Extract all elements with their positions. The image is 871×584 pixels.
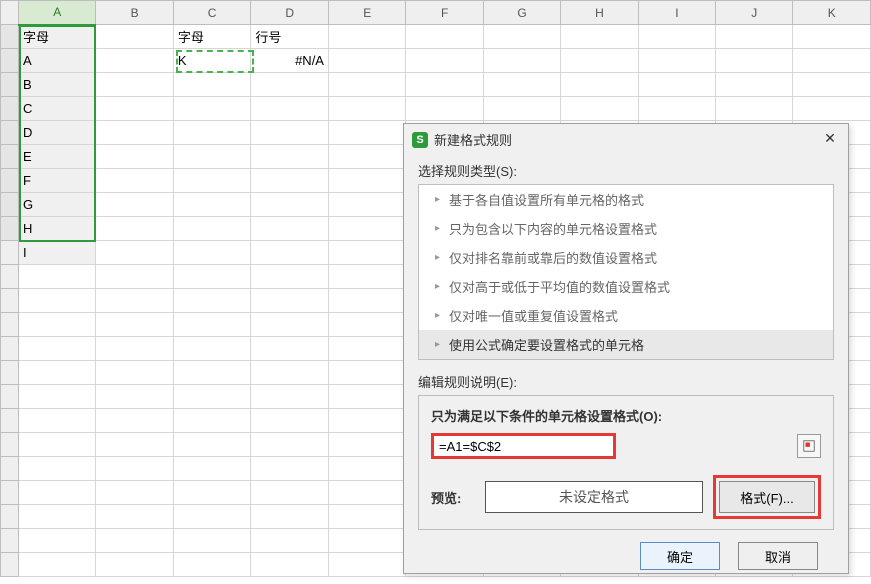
format-button[interactable]: 格式(F)...	[719, 481, 815, 513]
cell-A10[interactable]: I	[19, 241, 96, 265]
edit-rule-label: 编辑规则说明(E):	[418, 372, 834, 391]
col-header-I[interactable]: I	[638, 1, 715, 25]
cell-A1[interactable]: 字母	[19, 25, 96, 49]
row-header[interactable]	[1, 73, 19, 97]
col-header-B[interactable]: B	[96, 1, 173, 25]
ok-button[interactable]: 确定	[640, 542, 720, 570]
cell-A5[interactable]: D	[19, 121, 96, 145]
cell-A6[interactable]: E	[19, 145, 96, 169]
rule-type-item-selected[interactable]: 使用公式确定要设置格式的单元格	[419, 330, 833, 359]
cell[interactable]	[96, 25, 173, 49]
row-header[interactable]	[1, 49, 19, 73]
cell-A4[interactable]: C	[19, 97, 96, 121]
cell-A9[interactable]: H	[19, 217, 96, 241]
col-header-H[interactable]: H	[561, 1, 638, 25]
row-header[interactable]	[1, 121, 19, 145]
rule-type-item[interactable]: 仅对排名靠前或靠后的数值设置格式	[419, 243, 833, 272]
rule-type-item[interactable]: 只为包含以下内容的单元格设置格式	[419, 214, 833, 243]
rule-type-item[interactable]: 仅对唯一值或重复值设置格式	[419, 301, 833, 330]
row-header[interactable]	[1, 217, 19, 241]
cell-C1[interactable]: 字母	[173, 25, 250, 49]
col-header-K[interactable]: K	[793, 1, 871, 25]
cell-A7[interactable]: F	[19, 169, 96, 193]
cell-A2[interactable]: A	[19, 49, 96, 73]
row-header[interactable]	[1, 97, 19, 121]
cell[interactable]	[328, 25, 405, 49]
col-header-D[interactable]: D	[251, 1, 329, 25]
row-header[interactable]	[1, 193, 19, 217]
cell-A8[interactable]: G	[19, 193, 96, 217]
select-all-corner[interactable]	[1, 1, 19, 25]
cancel-button[interactable]: 取消	[738, 542, 818, 570]
rule-type-item[interactable]: 仅对高于或低于平均值的数值设置格式	[419, 272, 833, 301]
cell-D1[interactable]: 行号	[251, 25, 329, 49]
row-header[interactable]	[1, 169, 19, 193]
col-header-C[interactable]: C	[173, 1, 250, 25]
range-selector-button[interactable]	[797, 434, 821, 458]
col-header-A[interactable]: A	[19, 1, 96, 25]
range-selector-icon	[802, 439, 816, 453]
close-icon[interactable]: ✕	[820, 131, 840, 149]
col-header-G[interactable]: G	[483, 1, 560, 25]
dialog-title: 新建格式规则	[434, 130, 512, 149]
select-rule-type-label: 选择规则类型(S):	[418, 161, 834, 180]
highlight-annotation: 格式(F)...	[713, 475, 821, 519]
rule-type-item[interactable]: 基于各自值设置所有单元格的格式	[419, 185, 833, 214]
formula-input[interactable]	[431, 433, 616, 459]
preview-label: 预览:	[431, 488, 475, 507]
condition-label: 只为满足以下条件的单元格设置格式(O):	[431, 406, 821, 425]
cell-D2[interactable]: #N/A	[251, 49, 329, 73]
col-header-F[interactable]: F	[406, 1, 483, 25]
cell-C2[interactable]: K	[173, 49, 250, 73]
app-icon	[412, 132, 428, 148]
rule-type-list: 基于各自值设置所有单元格的格式 只为包含以下内容的单元格设置格式 仅对排名靠前或…	[418, 184, 834, 360]
row-header[interactable]	[1, 25, 19, 49]
preview-box: 未设定格式	[485, 481, 703, 513]
col-header-J[interactable]: J	[716, 1, 793, 25]
row-header[interactable]	[1, 241, 19, 265]
row-header[interactable]	[1, 145, 19, 169]
new-format-rule-dialog: 新建格式规则 ✕ 选择规则类型(S): 基于各自值设置所有单元格的格式 只为包含…	[403, 123, 849, 574]
col-header-E[interactable]: E	[328, 1, 405, 25]
cell-A3[interactable]: B	[19, 73, 96, 97]
